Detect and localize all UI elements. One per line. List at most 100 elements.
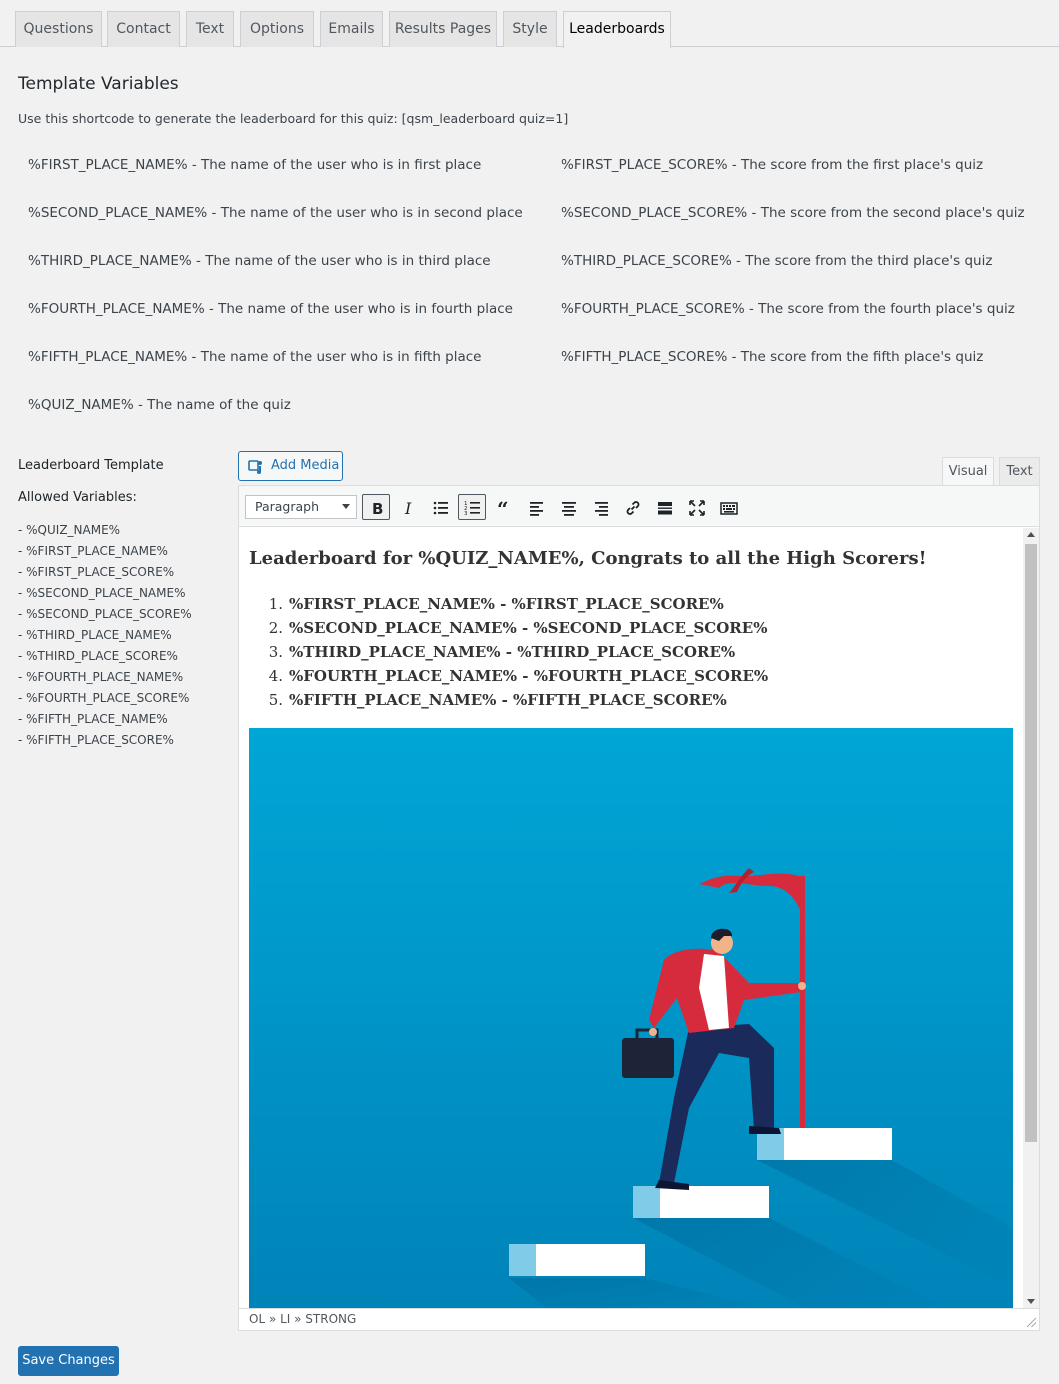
wysiwyg-editor: Paragraph B I 1 2 3 “ Leaderboard for %Q… <box>238 485 1040 1331</box>
variable-fifth-place-score: %FIFTH_PLACE_SCORE% - The score from the… <box>561 349 984 365</box>
scroll-thumb[interactable] <box>1025 544 1037 1142</box>
allowed-variable-item: - %SECOND_PLACE_NAME% <box>18 586 186 600</box>
list-item: 1. %FIRST_PLACE_NAME% - %FIRST_PLACE_SCOR… <box>249 592 1009 616</box>
allowed-variables-label: Allowed Variables: <box>18 490 137 505</box>
list-number: 1. <box>268 595 283 613</box>
editor-scrollbar[interactable] <box>1023 528 1039 1308</box>
list-number: 3. <box>268 643 283 661</box>
allowed-variable-item: - %FIRST_PLACE_NAME% <box>18 544 168 558</box>
variable-second-place-score: %SECOND_PLACE_SCORE% - The score from th… <box>561 205 1025 221</box>
allowed-variable-item: - %FOURTH_PLACE_SCORE% <box>18 691 190 705</box>
visual-mode-tab[interactable]: Visual <box>942 457 994 486</box>
resize-handle-icon[interactable] <box>1027 1318 1036 1327</box>
link-icon <box>626 501 640 515</box>
bullet-list-button[interactable] <box>426 494 454 520</box>
tab-emails[interactable]: Emails <box>320 11 383 47</box>
variable-first-place-name: %FIRST_PLACE_NAME% - The name of the use… <box>28 157 482 173</box>
leaderboard-heading: Leaderboard for %QUIZ_NAME%, Congrats to… <box>249 548 927 569</box>
editor-statusbar: OL » LI » STRONG <box>239 1308 1039 1330</box>
scroll-down-icon[interactable] <box>1027 1299 1035 1304</box>
bold-button[interactable]: B <box>362 494 390 520</box>
tab-questions[interactable]: Questions <box>15 11 102 47</box>
blockquote-icon: “ <box>497 499 509 517</box>
allowed-variable-item: - %FIRST_PLACE_SCORE% <box>18 565 175 579</box>
add-media-label: Add Media <box>271 458 340 473</box>
success-stairs-illustration[interactable] <box>249 728 1013 1308</box>
list-number: 2. <box>268 619 283 637</box>
allowed-variable-item: - %SECOND_PLACE_SCORE% <box>18 607 192 621</box>
list-item: 5. %FIFTH_PLACE_NAME% - %FIFTH_PLACE_SCOR… <box>249 688 1009 712</box>
allowed-variable-item: - %FIFTH_PLACE_SCORE% <box>18 733 174 747</box>
editor-content[interactable]: Leaderboard for %QUIZ_NAME%, Congrats to… <box>239 528 1023 1308</box>
svg-text:B: B <box>372 500 383 517</box>
list-item-text: %SECOND_PLACE_NAME% - %SECOND_PLACE_SCOR… <box>289 619 768 637</box>
align-left-icon <box>530 502 543 516</box>
allowed-variable-item: - %THIRD_PLACE_SCORE% <box>18 649 178 663</box>
bullet-list-icon <box>433 501 448 515</box>
shortcode-instructions: Use this shortcode to generate the leade… <box>18 111 569 126</box>
align-center-icon <box>562 502 576 516</box>
blockquote-button[interactable]: “ <box>490 494 518 520</box>
align-right-button[interactable] <box>586 494 614 520</box>
save-changes-button[interactable]: Save Changes <box>18 1346 119 1376</box>
list-number: 5. <box>268 691 283 709</box>
tab-style[interactable]: Style <box>503 11 557 47</box>
list-item-text: %THIRD_PLACE_NAME% - %THIRD_PLACE_SCORE% <box>289 643 736 661</box>
variable-fifth-place-name: %FIFTH_PLACE_NAME% - The name of the use… <box>28 349 482 365</box>
chevron-down-icon <box>342 504 350 509</box>
tab-text[interactable]: Text <box>186 11 234 47</box>
variable-quiz-name: %QUIZ_NAME% - The name of the quiz <box>28 397 291 413</box>
bold-icon: B <box>372 500 383 517</box>
section-title: Template Variables <box>18 74 179 94</box>
align-left-button[interactable] <box>522 494 550 520</box>
editor-toolbar: Paragraph B I 1 2 3 “ <box>239 486 1039 527</box>
variable-third-place-score: %THIRD_PLACE_SCORE% - The score from the… <box>561 253 993 269</box>
numbered-list-button[interactable]: 1 2 3 <box>458 494 486 520</box>
list-item-text: %FOURTH_PLACE_NAME% - %FOURTH_PLACE_SCOR… <box>289 667 769 685</box>
read-more-button[interactable] <box>650 494 678 520</box>
align-right-icon <box>595 502 608 516</box>
tab-options[interactable]: Options <box>240 11 314 47</box>
allowed-variable-item: - %THIRD_PLACE_NAME% <box>18 628 172 642</box>
align-center-button[interactable] <box>554 494 582 520</box>
variable-first-place-score: %FIRST_PLACE_SCORE% - The score from the… <box>561 157 984 173</box>
format-select-value: Paragraph <box>255 499 320 514</box>
svg-text:3: 3 <box>464 511 468 517</box>
variable-second-place-name: %SECOND_PLACE_NAME% - The name of the us… <box>28 205 523 221</box>
variable-fourth-place-name: %FOURTH_PLACE_NAME% - The name of the us… <box>28 301 513 317</box>
fullscreen-button[interactable] <box>682 494 710 520</box>
leaderboard-list: 1. %FIRST_PLACE_NAME% - %FIRST_PLACE_SCOR… <box>249 592 1009 712</box>
tab-bar: Questions Contact Text Options Emails Re… <box>0 0 1059 48</box>
variable-third-place-name: %THIRD_PLACE_NAME% - The name of the use… <box>28 253 491 269</box>
list-item: 2. %SECOND_PLACE_NAME% - %SECOND_PLACE_SC… <box>249 616 1009 640</box>
read-more-icon <box>658 502 672 515</box>
svg-text:I: I <box>404 499 412 517</box>
allowed-variable-item: - %FOURTH_PLACE_NAME% <box>18 670 184 684</box>
numbered-list-icon: 1 2 3 <box>464 501 480 517</box>
list-item-text: %FIFTH_PLACE_NAME% - %FIFTH_PLACE_SCORE% <box>289 691 727 709</box>
variable-fourth-place-score: %FOURTH_PLACE_SCORE% - The score from th… <box>561 301 1015 317</box>
allowed-variable-item: - %QUIZ_NAME% <box>18 523 121 537</box>
toolbar-toggle-icon <box>720 502 738 515</box>
text-mode-tab[interactable]: Text <box>999 457 1040 486</box>
format-select[interactable]: Paragraph <box>245 495 357 519</box>
leaderboard-template-label: Leaderboard Template <box>18 458 164 473</box>
link-button[interactable] <box>618 494 646 520</box>
tab-leaderboards[interactable]: Leaderboards <box>563 11 671 48</box>
italic-button[interactable]: I <box>394 494 422 520</box>
tab-contact[interactable]: Contact <box>107 11 180 47</box>
allowed-variable-item: - %FIFTH_PLACE_NAME% <box>18 712 168 726</box>
toolbar-toggle-button[interactable] <box>714 494 742 520</box>
svg-text:“: “ <box>497 499 509 517</box>
add-media-icon <box>248 460 262 474</box>
element-path[interactable]: OL » LI » STRONG <box>249 1312 356 1326</box>
list-number: 4. <box>268 667 283 685</box>
fullscreen-icon <box>689 500 705 516</box>
tab-results-pages[interactable]: Results Pages <box>389 11 497 47</box>
list-item-text: %FIRST_PLACE_NAME% - %FIRST_PLACE_SCORE% <box>289 595 724 613</box>
list-item: 3. %THIRD_PLACE_NAME% - %THIRD_PLACE_SCOR… <box>249 640 1009 664</box>
scroll-up-icon[interactable] <box>1027 532 1035 537</box>
add-media-button[interactable]: Add Media <box>238 451 343 481</box>
list-item: 4. %FOURTH_PLACE_NAME% - %FOURTH_PLACE_SC… <box>249 664 1009 688</box>
italic-icon: I <box>404 499 412 517</box>
